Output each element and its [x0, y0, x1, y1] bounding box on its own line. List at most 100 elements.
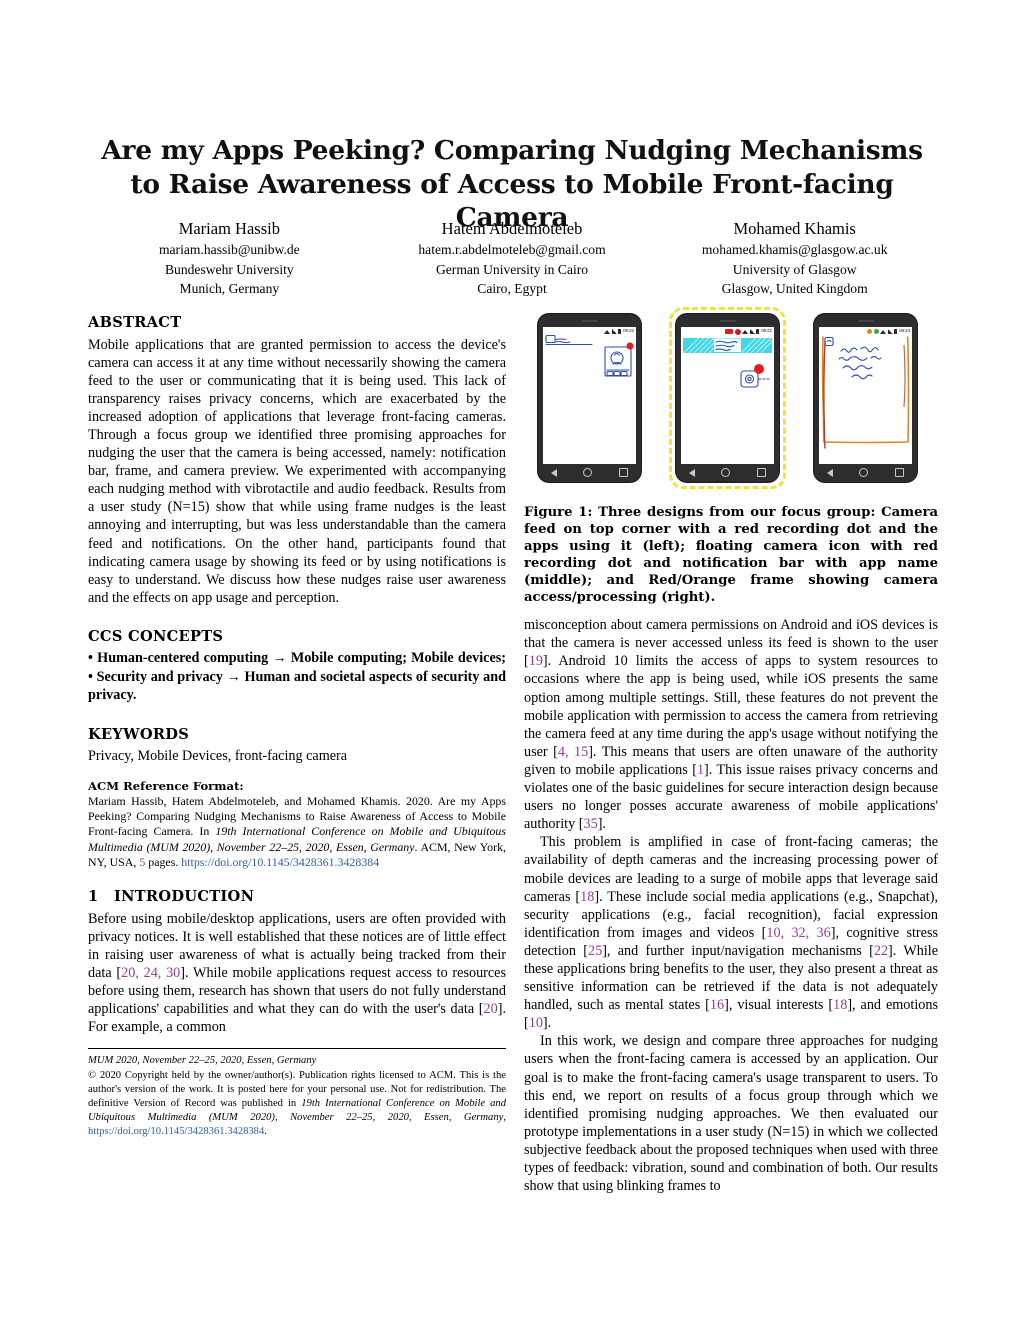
- earpiece-icon: [581, 320, 598, 322]
- earpiece-icon: [719, 320, 736, 322]
- recording-dot-icon: [626, 342, 634, 350]
- author-email: mohamed.khamis@glasgow.ac.uk: [701, 242, 888, 258]
- citation-ref[interactable]: 25: [588, 943, 602, 959]
- author-name: Mohamed Khamis: [733, 219, 856, 238]
- author-email: hatem.r.abdelmoteleb@gmail.com: [418, 242, 606, 258]
- footer-divider: [88, 1048, 506, 1050]
- earpiece-icon: [857, 320, 874, 322]
- acm-reference-heading: ACM Reference Format:: [88, 778, 244, 793]
- citation-ref[interactable]: 10, 32, 36: [766, 925, 830, 941]
- keywords-heading: KEYWORDS: [88, 725, 190, 743]
- camera-preview-sketch: [604, 346, 632, 377]
- citation-ref[interactable]: 16: [710, 997, 724, 1013]
- recent-apps-icon[interactable]: [618, 468, 628, 477]
- introduction-heading: 1 INTRODUCTION: [88, 888, 506, 906]
- footer-copyright: © 2020 Copyright held by the owner/autho…: [88, 1069, 506, 1139]
- abstract-text: Mobile applications that are granted per…: [88, 336, 506, 606]
- citation-ref[interactable]: 20, 24, 30: [121, 965, 180, 981]
- footer-doi-link[interactable]: https://doi.org/10.1145/3428361.3428384: [88, 1126, 264, 1137]
- author-email: mariam.hassib@unibw.de: [158, 242, 300, 258]
- citation-ref[interactable]: 22: [874, 943, 888, 959]
- back-icon[interactable]: [827, 468, 834, 477]
- citation-ref[interactable]: 18: [833, 997, 847, 1013]
- home-icon[interactable]: [721, 468, 731, 477]
- ccs-heading: CCS CONCEPTS: [88, 627, 224, 645]
- phone-mockups: 09:22 09:22 09:23: [524, 307, 938, 494]
- sketch-overlay: [683, 337, 773, 388]
- author-name: Mariam Hassib: [178, 219, 280, 238]
- footer-venue-line: MUM 2020, November 22–25, 2020, Essen, G…: [88, 1055, 317, 1067]
- citation-ref[interactable]: 20: [484, 1001, 498, 1017]
- citation-ref[interactable]: 10: [529, 1015, 543, 1031]
- figure-caption-label: Figure 1:: [524, 505, 593, 520]
- left-column: ABSTRACT Mobile applications that are gr…: [88, 314, 506, 1139]
- rc-b6: ], visual interests [: [724, 997, 834, 1014]
- right-column-paragraph-1: misconception about camera permissions o…: [524, 616, 938, 833]
- footer-copy-b: ,: [503, 1111, 506, 1123]
- citation-ref[interactable]: 19: [529, 653, 543, 669]
- citation-ref[interactable]: 18: [580, 889, 594, 905]
- abstract-heading: ABSTRACT: [88, 314, 182, 331]
- figure-caption: Figure 1: Three designs from our focus g…: [524, 504, 938, 606]
- android-nav-bar: [538, 464, 641, 481]
- paper-page: Are my Apps Peeking? Comparing Nudging M…: [0, 0, 1020, 1320]
- section-title: INTRODUCTION: [114, 888, 255, 906]
- recording-dot-icon: [754, 364, 764, 374]
- android-nav-bar: [676, 464, 779, 481]
- author-affiliation: University of Glasgow: [732, 261, 857, 277]
- author-city: Cairo, Egypt: [477, 281, 547, 297]
- phone-mockup-camera-feed: 09:22: [538, 314, 641, 482]
- back-icon[interactable]: [689, 468, 696, 477]
- orange-frame-sketch: [821, 336, 910, 444]
- section-number: 1: [88, 888, 99, 906]
- right-column-paragraph-2: This problem is amplified in case of fro…: [524, 833, 938, 1032]
- handwriting-sketch: [838, 346, 882, 380]
- app-label-sketch: [545, 334, 593, 346]
- phone-mockup-notification: 09:22: [669, 307, 786, 489]
- right-column-paragraph-3: In this work, we design and compare thre…: [524, 1033, 938, 1195]
- floating-camera-icon-sketch: [740, 370, 772, 388]
- recent-apps-icon[interactable]: [756, 468, 766, 477]
- copyright-footer: MUM 2020, November 22–25, 2020, Essen, G…: [88, 1054, 506, 1138]
- author-block-3: Mohamed Khamis mohamed.khamis@glasgow.ac…: [653, 217, 936, 298]
- app-icon-sketch: [824, 336, 834, 347]
- introduction-paragraph-1: Before using mobile/desktop applications…: [88, 910, 506, 1037]
- citation-ref[interactable]: 35: [584, 816, 598, 832]
- rc-b8: ].: [542, 1015, 552, 1032]
- keywords-text: Privacy, Mobile Devices, front-facing ca…: [88, 748, 348, 765]
- figure-1: 09:22 09:22 09:23 Figure 1: Three design…: [524, 307, 938, 1195]
- footer-copy-c: .: [264, 1125, 267, 1137]
- home-icon[interactable]: [583, 468, 593, 477]
- back-icon[interactable]: [551, 468, 558, 477]
- sketch-overlay: [821, 336, 910, 449]
- rc-b4: ], and further input/navigation mechanis…: [602, 942, 874, 959]
- citation-ref[interactable]: 4, 15: [558, 744, 588, 760]
- phone-screen: 09:22: [681, 327, 774, 464]
- author-block-2: Hatem Abdelmoteleb hatem.r.abdelmoteleb@…: [371, 217, 654, 298]
- phone-screen: 09:22: [543, 327, 636, 464]
- author-block-1: Mariam Hassib mariam.hassib@unibw.de Bun…: [88, 217, 371, 298]
- acm-ref-doi-link[interactable]: https://doi.org/10.1145/3428361.3428384: [181, 855, 379, 869]
- recent-apps-icon[interactable]: [894, 468, 904, 477]
- red-frame-sketch: [823, 340, 826, 449]
- author-affiliation: Bundeswehr University: [164, 261, 294, 277]
- author-affiliation: German University in Cairo: [435, 261, 589, 277]
- author-city: Glasgow, United Kingdom: [721, 281, 868, 297]
- ccs-text: • Human-centered computing → Mobile comp…: [88, 650, 506, 704]
- sketch-overlay: [545, 334, 634, 377]
- phone-screen: 09:23: [819, 327, 912, 464]
- acm-ref-part3: pages.: [145, 854, 182, 869]
- figure-caption-text: Three designs from our focus group: Came…: [524, 505, 939, 606]
- author-list: Mariam Hassib mariam.hassib@unibw.de Bun…: [88, 217, 936, 298]
- android-nav-bar: [814, 464, 917, 481]
- phone-mockup-orange-frame: 09:23: [814, 314, 917, 482]
- citation-ref[interactable]: 1: [697, 762, 704, 778]
- acm-reference-text: Mariam Hassib, Hatem Abdelmoteleb, and M…: [88, 794, 506, 870]
- home-icon[interactable]: [859, 468, 869, 477]
- red-frame-sketch-right: [903, 344, 906, 408]
